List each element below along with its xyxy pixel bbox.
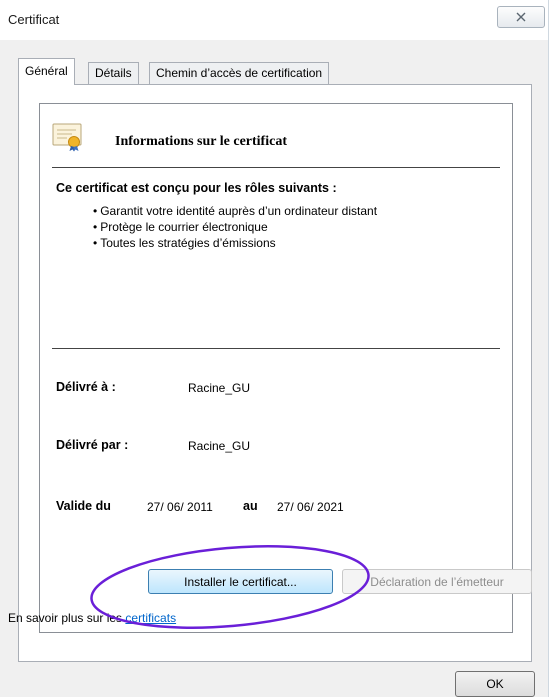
tab-details[interactable]: Détails [88, 62, 139, 84]
divider-top [52, 167, 500, 168]
valid-from-label: Valide du [56, 499, 111, 513]
purpose-list: Garantit votre identité auprès d’un ordi… [93, 203, 377, 251]
list-item: Toutes les stratégies d’émissions [93, 235, 377, 251]
certificates-link[interactable]: certificats [125, 611, 176, 625]
list-item: Garantit votre identité auprès d’un ordi… [93, 203, 377, 219]
learn-more-text: En savoir plus sur les [8, 611, 126, 625]
certificate-info-box: Informations sur le certificat Ce certif… [39, 103, 513, 633]
purpose-heading: Ce certificat est conçu pour les rôles s… [56, 181, 337, 195]
valid-to-value: 27/ 06/ 2021 [277, 500, 344, 514]
title-bar: Certificat [0, 0, 548, 40]
valid-from-value: 27/ 06/ 2011 [147, 500, 213, 514]
info-title: Informations sur le certificat [115, 134, 287, 149]
issuer-statement-button[interactable]: Déclaration de l’émetteur [342, 569, 532, 594]
learn-more: En savoir plus sur les certificats [8, 611, 176, 625]
list-item: Protège le courrier électronique [93, 219, 377, 235]
close-button[interactable] [497, 6, 545, 28]
issued-to-value: Racine_GU [188, 381, 251, 395]
divider-bottom [52, 348, 500, 349]
certificate-icon [52, 123, 82, 152]
issued-to-label: Délivré à : [56, 380, 116, 394]
ok-button[interactable]: OK [455, 671, 535, 697]
install-certificate-button[interactable]: Installer le certificat... [148, 569, 333, 594]
window-title: Certificat [8, 12, 60, 27]
tab-certification-path[interactable]: Chemin d’accès de certification [149, 62, 330, 84]
valid-to-label: au [243, 499, 258, 513]
certificate-dialog: Certificat Général Détails Chemin d’accè… [0, 0, 549, 697]
issued-by-value: Racine_GU [188, 439, 251, 453]
issued-by-label: Délivré par : [56, 438, 129, 452]
close-icon [516, 12, 526, 22]
tab-general[interactable]: Général [18, 58, 75, 85]
